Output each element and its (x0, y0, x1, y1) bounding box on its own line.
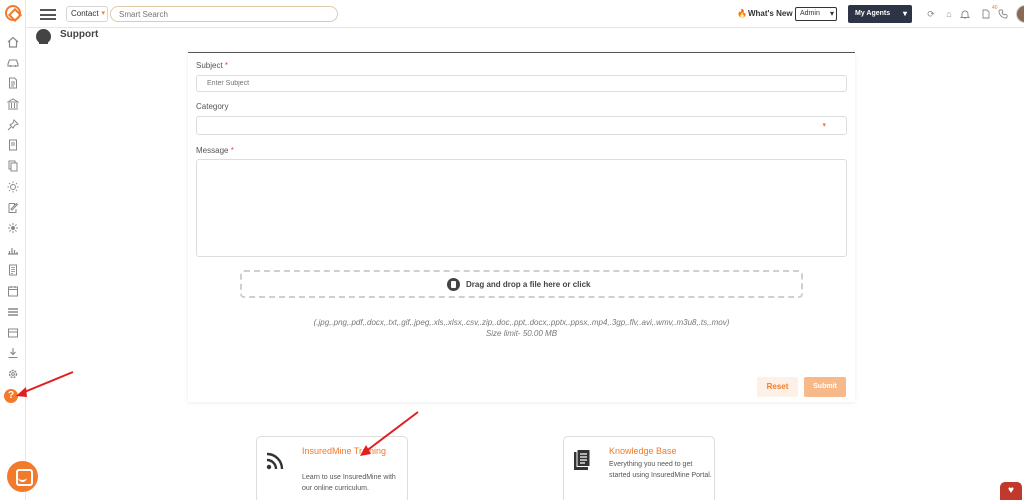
files-icon[interactable] (7, 160, 19, 172)
calendar-icon[interactable] (7, 285, 19, 297)
menu-toggle-icon[interactable] (40, 9, 56, 20)
smart-search-input[interactable] (110, 6, 338, 22)
bell-icon[interactable] (959, 9, 971, 19)
support-agent-icon (36, 29, 51, 44)
sun-icon[interactable] (7, 181, 19, 193)
gear-icon[interactable] (7, 368, 19, 380)
settings-sun-icon[interactable] (7, 222, 19, 234)
heart-icon[interactable]: ♥ (1000, 482, 1022, 500)
allowed-file-types: (.jpg,.png,.pdf,.docx,.txt,.gif,.jpeg,.x… (313, 318, 730, 338)
top-bar: Contact 🔥What's New Admin My Agents ⟳ ⌂ … (26, 0, 1024, 28)
report-icon[interactable] (7, 264, 19, 276)
training-card-description: Learn to use InsuredMine with our online… (302, 474, 396, 492)
stack-icon[interactable] (7, 306, 19, 318)
home-icon[interactable] (7, 36, 19, 48)
knowledge-base-description: Everything you need to get started using… (609, 461, 712, 479)
role-select[interactable]: Admin (795, 7, 837, 21)
file-drop-zone[interactable]: Drag and drop a file here or click (240, 270, 803, 298)
page-title: Support (60, 29, 99, 40)
knowledge-base-card[interactable]: Knowledge Base Everything you need to ge… (563, 436, 715, 500)
chat-widget-icon[interactable] (7, 461, 38, 492)
app-logo[interactable] (5, 5, 21, 21)
knowledge-base-title: Knowledge Base (609, 446, 677, 456)
chevron-down-icon: ▾ (822, 122, 826, 129)
contact-type-select[interactable]: Contact (66, 6, 108, 22)
sidebar: ? (0, 0, 38, 500)
rss-icon (266, 452, 284, 470)
training-card-title: InsuredMine Training (302, 446, 387, 456)
attachment-icon (447, 278, 460, 291)
category-label: Category (196, 102, 229, 111)
app-root: ? Contact 🔥What's New Admin My Agents ⟳ … (0, 0, 1024, 500)
subject-label: Subject * (196, 61, 229, 70)
drop-zone-text: Drag and drop a file here or click (466, 280, 591, 289)
document-icon (574, 449, 591, 470)
message-textarea[interactable] (196, 159, 847, 257)
phone-icon[interactable] (998, 9, 1008, 19)
support-form-card: Subject * Category ▾ Message * Drag and … (188, 52, 855, 402)
notification-count-badge: 40 (992, 5, 998, 11)
chart-icon[interactable] (7, 243, 19, 255)
help-icon[interactable]: ? (4, 389, 18, 403)
download-icon[interactable] (7, 347, 19, 359)
book-icon[interactable] (7, 139, 19, 151)
reset-button[interactable]: Reset (757, 377, 798, 397)
car-icon[interactable] (7, 56, 19, 68)
submit-button[interactable]: Submit (804, 377, 846, 397)
whats-new-link[interactable]: 🔥What's New (737, 9, 793, 18)
archive-icon[interactable] (7, 327, 19, 339)
message-label: Message * (196, 146, 234, 155)
sync-icon[interactable]: ⟳ (926, 9, 936, 19)
store-icon[interactable]: ⌂ (944, 9, 954, 19)
user-avatar[interactable] (1016, 5, 1024, 23)
document-icon[interactable] (7, 77, 19, 89)
pin-icon[interactable] (7, 119, 19, 131)
whats-new-label: What's New (747, 9, 793, 18)
my-agents-button[interactable]: My Agents (848, 5, 912, 23)
training-card[interactable]: InsuredMine Training Learn to use Insure… (256, 436, 408, 500)
category-select[interactable]: ▾ (196, 116, 847, 135)
subject-input[interactable] (196, 75, 847, 92)
file-icon[interactable] (981, 9, 991, 19)
flame-icon: 🔥 (737, 9, 747, 18)
edit-icon[interactable] (7, 202, 19, 214)
bank-icon[interactable] (7, 98, 19, 110)
